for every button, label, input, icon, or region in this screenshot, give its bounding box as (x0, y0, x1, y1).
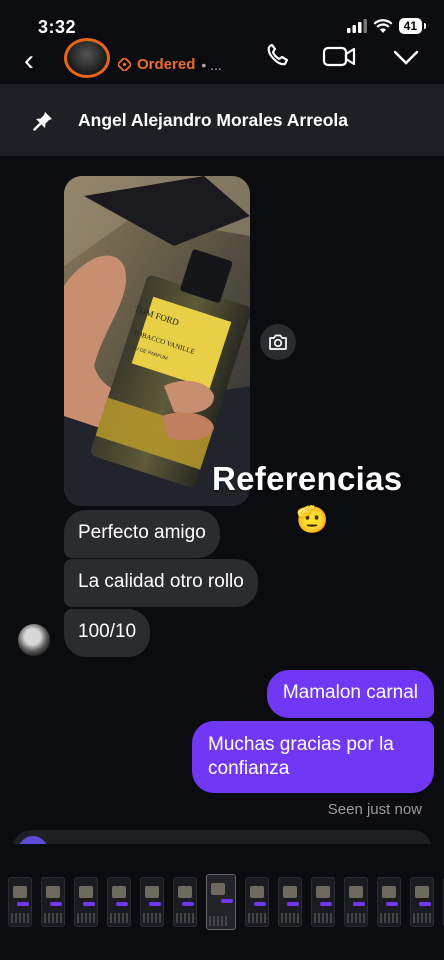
app-switcher-thumbnail[interactable] (140, 877, 164, 927)
photo-message[interactable]: TOM FORD TOBACCO VANILLE EAU DE PARFUM (64, 176, 250, 506)
app-switcher-thumbnail[interactable] (245, 877, 269, 927)
order-status-icon (118, 58, 131, 71)
app-switcher-thumbnail[interactable] (173, 877, 197, 927)
pinned-contact-name: Angel Alejandro Morales Arreola (78, 110, 349, 130)
app-switcher-thumbnail[interactable] (206, 874, 236, 930)
pin-icon (33, 112, 52, 131)
story-overlay-text: Referencias (212, 460, 403, 497)
cellular-signal-icon (346, 19, 367, 33)
app-switcher-strip (0, 844, 444, 960)
wifi-icon (373, 18, 393, 33)
sender-avatar[interactable] (18, 624, 50, 656)
status-suffix: • ... (201, 56, 222, 73)
video-call-icon[interactable] (322, 44, 356, 70)
app-switcher-thumbnail[interactable] (107, 877, 131, 927)
app-switcher-thumbnail[interactable] (311, 877, 335, 927)
camera-icon (269, 334, 287, 350)
incoming-message[interactable]: 100/10 (64, 609, 151, 657)
status-icons: 41 (346, 18, 427, 34)
back-button[interactable]: ‹ (24, 44, 34, 78)
battery-indicator: 41 (398, 18, 427, 34)
chat-header: ‹ Ordered • ... (0, 36, 444, 82)
camera-button[interactable] (260, 324, 296, 360)
outgoing-message[interactable]: Mamalon carnal (266, 670, 434, 718)
incoming-message[interactable]: Perfecto amigo (64, 510, 220, 558)
status-label: Ordered (137, 56, 196, 73)
perfume-photo: TOM FORD TOBACCO VANILLE EAU DE PARFUM (64, 176, 250, 506)
app-switcher-thumbnail[interactable] (41, 877, 65, 927)
app-switcher-thumbnail[interactable] (344, 877, 368, 927)
phone-call-icon[interactable] (264, 42, 292, 70)
contact-status[interactable]: Ordered • ... (118, 56, 222, 73)
app-switcher-thumbnail[interactable] (74, 877, 98, 927)
outgoing-message[interactable]: Muchas gracias por la confianza (192, 721, 434, 793)
incoming-message[interactable]: La calidad otro rollo (64, 559, 258, 607)
app-switcher-thumbnail[interactable] (377, 877, 401, 927)
app-switcher-thumbnail[interactable] (278, 877, 302, 927)
pinned-message-bar[interactable]: Angel Alejandro Morales Arreola (0, 84, 444, 156)
saluting-emoji: 🫡 (296, 504, 329, 534)
app-switcher-thumbnail[interactable] (410, 877, 434, 927)
seen-receipt: Seen just now (327, 801, 422, 818)
chevron-down-icon[interactable] (392, 48, 420, 68)
status-time: 3:32 (38, 17, 77, 37)
contact-avatar[interactable] (64, 38, 110, 78)
app-switcher-thumbnail[interactable] (8, 877, 32, 927)
